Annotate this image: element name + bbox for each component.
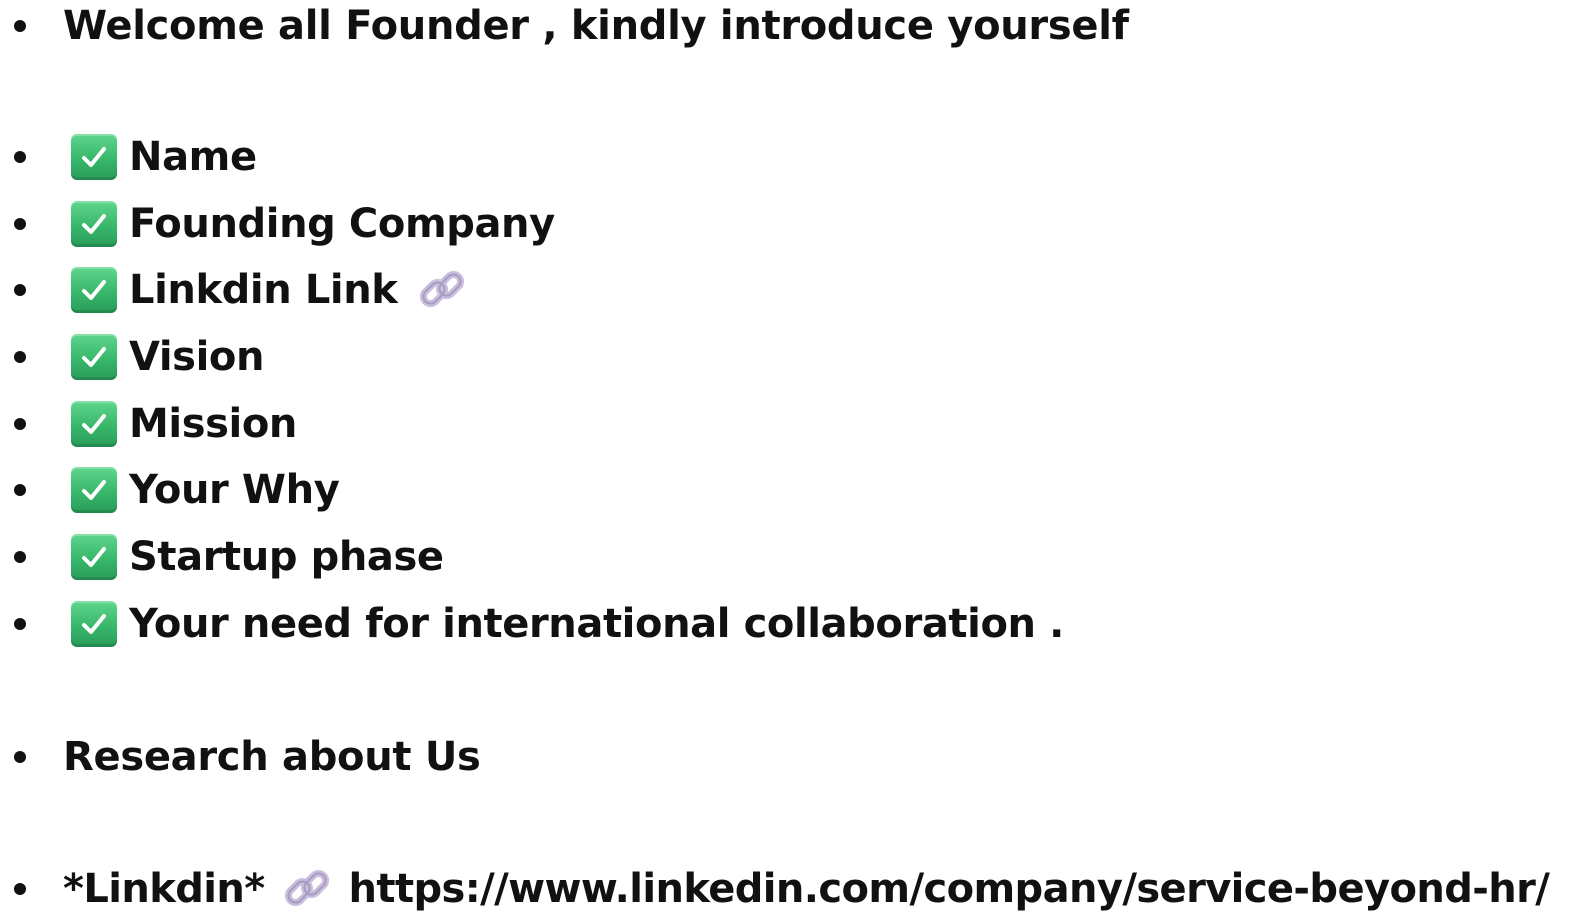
check-mark-button-icon xyxy=(71,534,117,580)
checklist-item-label: Vision xyxy=(129,334,265,380)
research-text: Research about Us xyxy=(63,734,481,780)
bullet-icon xyxy=(14,484,26,496)
linkedin-label: *Linkdin* xyxy=(63,866,265,912)
checklist-item-content: Linkdin Link xyxy=(129,264,468,316)
check-mark-button-icon xyxy=(71,401,117,447)
checklist-item-label: Startup phase xyxy=(129,534,444,580)
checklist-item-label: Mission xyxy=(129,401,298,447)
checklist-item-label: Your Why xyxy=(129,467,340,513)
bullet-icon xyxy=(14,418,26,430)
bullet-icon xyxy=(14,883,26,895)
check-mark-button-icon xyxy=(71,134,117,180)
bullet-icon xyxy=(14,284,26,296)
check-mark-button-icon xyxy=(71,267,117,313)
check-mark-button-icon xyxy=(71,467,117,513)
linkedin-content: *Linkdin* https://www.linkedin.com/compa… xyxy=(63,863,1550,915)
bullet-icon xyxy=(14,351,26,363)
bullet-icon xyxy=(14,151,26,163)
link-icon xyxy=(284,869,329,907)
checklist-item-label: Name xyxy=(129,134,257,180)
bullet-icon xyxy=(14,751,26,763)
check-mark-button-icon xyxy=(71,201,117,247)
checklist-item-label: Your need for international collaboratio… xyxy=(129,601,1064,647)
linkedin-url-link[interactable]: https://www.linkedin.com/company/service… xyxy=(349,863,1550,915)
intro-text: Welcome all Founder , kindly introduce y… xyxy=(63,3,1129,49)
bullet-icon xyxy=(14,218,26,230)
bullet-icon xyxy=(14,551,26,563)
check-mark-button-icon xyxy=(71,334,117,380)
checklist-item-label: Linkdin Link xyxy=(129,267,398,313)
link-icon xyxy=(419,270,464,308)
check-mark-button-icon xyxy=(71,601,117,647)
bullet-icon xyxy=(14,618,26,630)
checklist-item-label: Founding Company xyxy=(129,201,555,247)
bullet-icon xyxy=(14,20,26,32)
